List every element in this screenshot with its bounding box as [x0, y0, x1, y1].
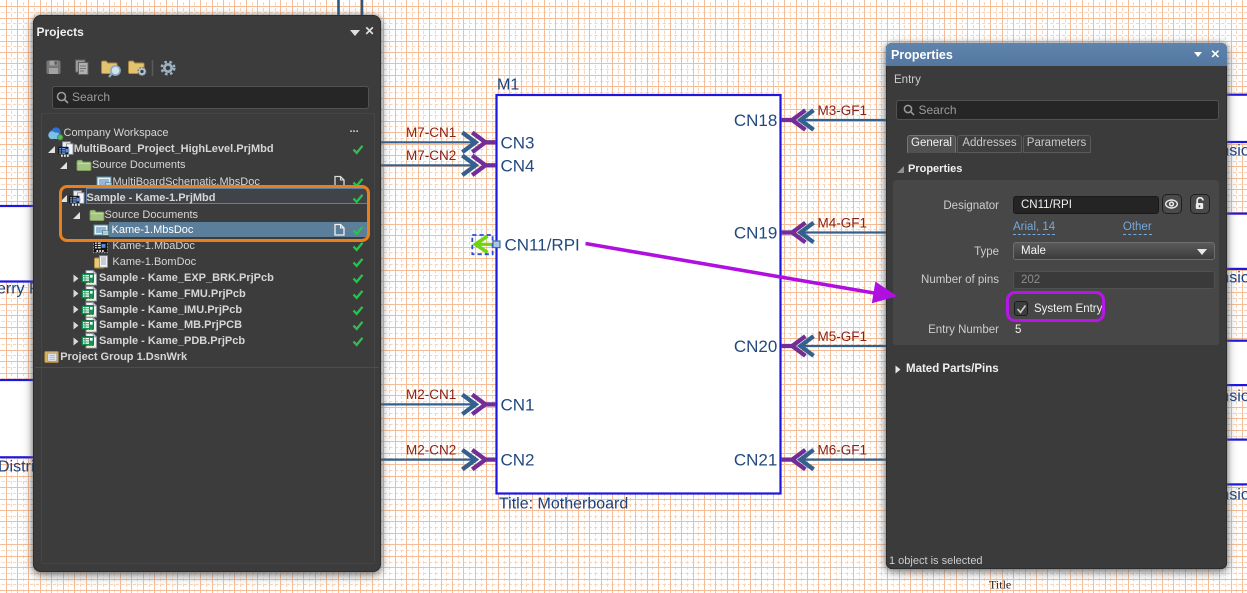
- svg-text:M7-CN1: M7-CN1: [406, 125, 456, 140]
- svg-text:CN3: CN3: [501, 133, 535, 152]
- svg-text:CN1: CN1: [501, 395, 535, 414]
- svg-text:M2-CN1: M2-CN1: [406, 387, 456, 402]
- svg-text:M2-CN2: M2-CN2: [406, 442, 456, 457]
- svg-text:CN4: CN4: [501, 156, 535, 175]
- svg-text:Title: Motherboard: Title: Motherboard: [499, 496, 628, 513]
- svg-text:M6-GF1: M6-GF1: [818, 442, 868, 457]
- svg-text:CN20: CN20: [734, 337, 777, 356]
- svg-text:CN21: CN21: [734, 451, 777, 470]
- svg-text:CN18: CN18: [734, 111, 777, 130]
- svg-text:M1: M1: [497, 77, 519, 94]
- svg-text:CN19: CN19: [734, 224, 777, 243]
- svg-text:CN2: CN2: [501, 451, 535, 470]
- svg-text:M5-GF1: M5-GF1: [818, 329, 868, 344]
- svg-text:Title: Title: [989, 578, 1011, 592]
- svg-text:M3-GF1: M3-GF1: [818, 103, 868, 118]
- svg-text:M4-GF1: M4-GF1: [818, 215, 868, 230]
- svg-text:M7-CN2: M7-CN2: [406, 148, 456, 163]
- svg-text:CN11/RPI: CN11/RPI: [505, 235, 580, 254]
